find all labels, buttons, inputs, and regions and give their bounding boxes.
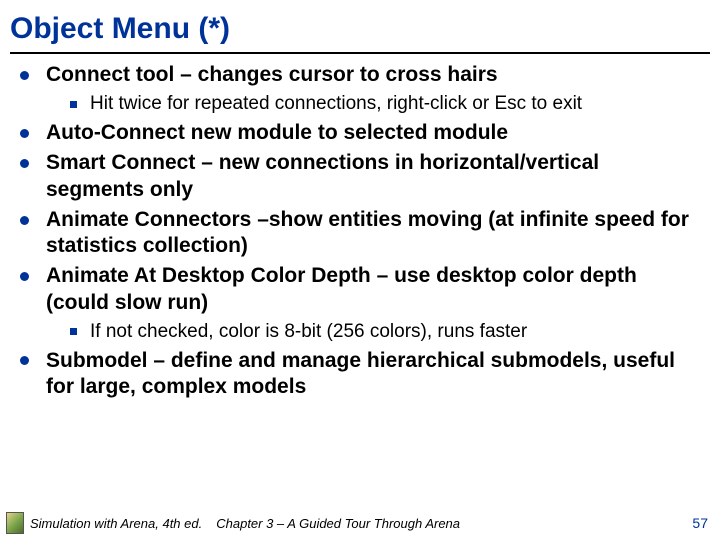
- footer-book: Simulation with Arena, 4th ed.: [30, 516, 202, 531]
- bullet-text: Auto-Connect new module to selected modu…: [46, 121, 508, 144]
- sub-bullet-text: Hit twice for repeated connections, righ…: [90, 93, 582, 114]
- bullet-text: Submodel – define and manage hierarchica…: [46, 349, 675, 398]
- slide: Object Menu (*) Connect tool – changes c…: [0, 0, 720, 540]
- bullet-item: Submodel – define and manage hierarchica…: [18, 348, 702, 401]
- bullet-text: Animate At Desktop Color Depth – use des…: [46, 264, 637, 313]
- sub-bullet-list: If not checked, color is 8-bit (256 colo…: [46, 320, 702, 344]
- bullet-item: Animate Connectors –show entities moving…: [18, 207, 702, 260]
- slide-footer: Simulation with Arena, 4th ed. Chapter 3…: [0, 508, 720, 540]
- sub-bullet-text: If not checked, color is 8-bit (256 colo…: [90, 321, 527, 342]
- sub-bullet-item: Hit twice for repeated connections, righ…: [64, 92, 702, 116]
- bullet-text: Connect tool – changes cursor to cross h…: [46, 63, 498, 86]
- bullet-item: Connect tool – changes cursor to cross h…: [18, 62, 702, 116]
- footer-page-number: 57: [692, 515, 708, 531]
- slide-content: Connect tool – changes cursor to cross h…: [0, 62, 720, 400]
- book-cover-icon: [6, 512, 24, 534]
- footer-chapter: Chapter 3 – A Guided Tour Through Arena: [216, 516, 692, 531]
- slide-title: Object Menu (*): [0, 0, 720, 50]
- title-rule: [10, 52, 710, 54]
- bullet-list: Connect tool – changes cursor to cross h…: [18, 62, 702, 400]
- bullet-item: Animate At Desktop Color Depth – use des…: [18, 263, 702, 343]
- bullet-item: Smart Connect – new connections in horiz…: [18, 150, 702, 203]
- bullet-text: Animate Connectors –show entities moving…: [46, 208, 689, 257]
- sub-bullet-item: If not checked, color is 8-bit (256 colo…: [64, 320, 702, 344]
- bullet-text: Smart Connect – new connections in horiz…: [46, 151, 599, 200]
- bullet-item: Auto-Connect new module to selected modu…: [18, 120, 702, 146]
- sub-bullet-list: Hit twice for repeated connections, righ…: [46, 92, 702, 116]
